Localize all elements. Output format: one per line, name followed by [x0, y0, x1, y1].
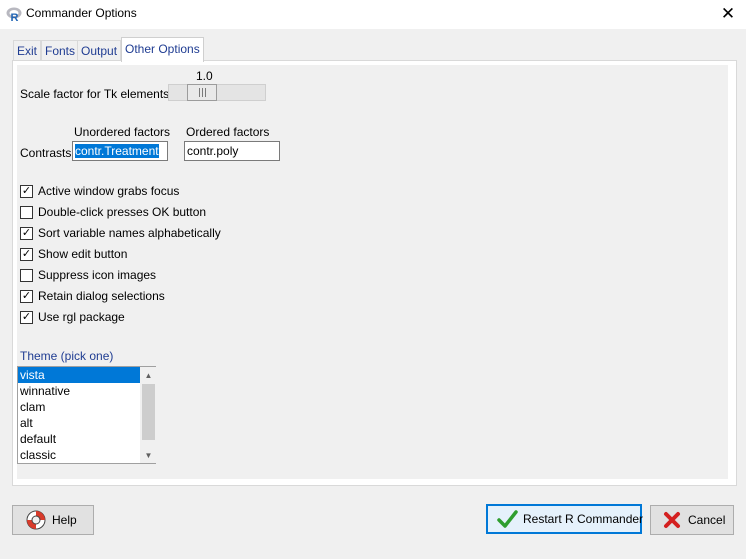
option-label: Show edit button	[38, 247, 128, 261]
r-logo-icon: R	[6, 7, 22, 22]
theme-option-default[interactable]: default	[18, 431, 141, 447]
checkbox-sort-variable-names[interactable]: ✓	[20, 227, 33, 240]
green-checkmark-icon	[497, 510, 518, 528]
checkbox-active-window-grabs-focus[interactable]: ✓	[20, 185, 33, 198]
ordered-factors-header: Ordered factors	[186, 125, 270, 139]
theme-option-alt[interactable]: alt	[18, 415, 141, 431]
theme-option-classic[interactable]: classic	[18, 447, 141, 463]
tab-fonts[interactable]: Fonts	[41, 40, 80, 61]
tab-other-options[interactable]: Other Options	[121, 37, 204, 62]
theme-option-vista[interactable]: vista	[18, 367, 141, 383]
option-label: Sort variable names alphabetically	[38, 226, 221, 240]
scale-value: 1.0	[196, 69, 213, 83]
ordered-contrast-field[interactable]: contr.poly	[184, 141, 280, 161]
checkbox-double-click-presses-ok[interactable]	[20, 206, 33, 219]
theme-label: Theme (pick one)	[20, 349, 114, 363]
tab-output[interactable]: Output	[77, 40, 122, 61]
restart-label: Restart R Commander	[523, 512, 644, 526]
option-label: Suppress icon images	[38, 268, 157, 282]
scroll-down-icon[interactable]: ▼	[140, 448, 157, 463]
scale-slider-track[interactable]	[168, 84, 266, 101]
checkbox-use-rgl-package[interactable]: ✓	[20, 311, 33, 324]
lifebuoy-icon	[26, 510, 46, 530]
checkbox-suppress-icon-images[interactable]	[20, 269, 33, 282]
scroll-thumb[interactable]	[142, 384, 155, 440]
tab-exit[interactable]: Exit	[13, 40, 42, 61]
unordered-factors-header: Unordered factors	[74, 125, 171, 139]
window-title: Commander Options	[26, 6, 137, 20]
cancel-label: Cancel	[688, 513, 726, 527]
unordered-contrast-field[interactable]: contr.Treatment	[72, 141, 168, 161]
option-label: Double-click presses OK button	[38, 205, 207, 219]
close-icon[interactable]: ✕	[716, 2, 740, 26]
option-label: Active window grabs focus	[38, 184, 180, 198]
theme-option-clam[interactable]: clam	[18, 399, 141, 415]
restart-r-commander-button[interactable]: Restart R Commander	[486, 504, 644, 534]
unordered-contrast-value: contr.Treatment	[75, 144, 159, 158]
option-label: Retain dialog selections	[38, 289, 165, 303]
option-label: Use rgl package	[38, 310, 125, 324]
checkbox-show-edit-button[interactable]: ✓	[20, 248, 33, 261]
scale-slider-thumb[interactable]	[187, 84, 217, 101]
cancel-button[interactable]: Cancel	[650, 505, 734, 535]
ordered-contrast-value: contr.poly	[187, 144, 239, 158]
red-x-icon	[664, 512, 680, 528]
svg-text:R: R	[11, 12, 19, 22]
scale-label: Scale factor for Tk elements	[20, 87, 170, 101]
theme-option-winnative[interactable]: winnative	[18, 383, 141, 399]
contrasts-label: Contrasts	[20, 146, 72, 160]
checkbox-retain-dialog-selections[interactable]: ✓	[20, 290, 33, 303]
help-button[interactable]: Help	[12, 505, 94, 535]
help-label: Help	[52, 513, 77, 527]
theme-scrollbar[interactable]: ▲ ▼	[140, 367, 157, 463]
theme-listbox[interactable]: vista winnative clam alt default classic…	[17, 366, 157, 464]
scroll-up-icon[interactable]: ▲	[140, 368, 157, 383]
